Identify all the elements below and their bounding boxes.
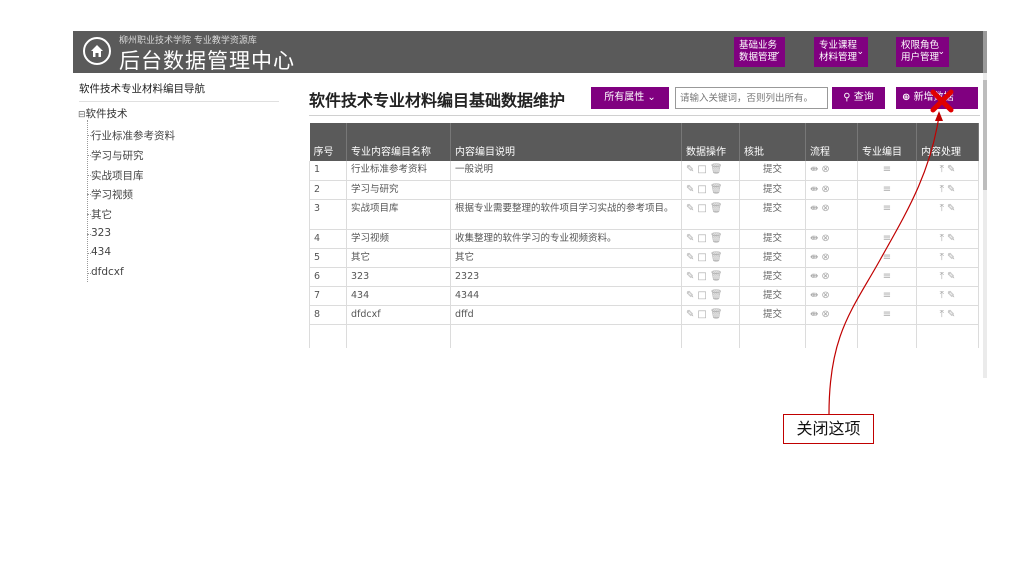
annotation-arrowhead (935, 111, 943, 121)
close-x-icon (930, 89, 954, 113)
annotation-overlay (828, 89, 954, 415)
annotation-leader-line (828, 115, 940, 415)
annotation-callout: 关闭这项 (783, 414, 874, 444)
